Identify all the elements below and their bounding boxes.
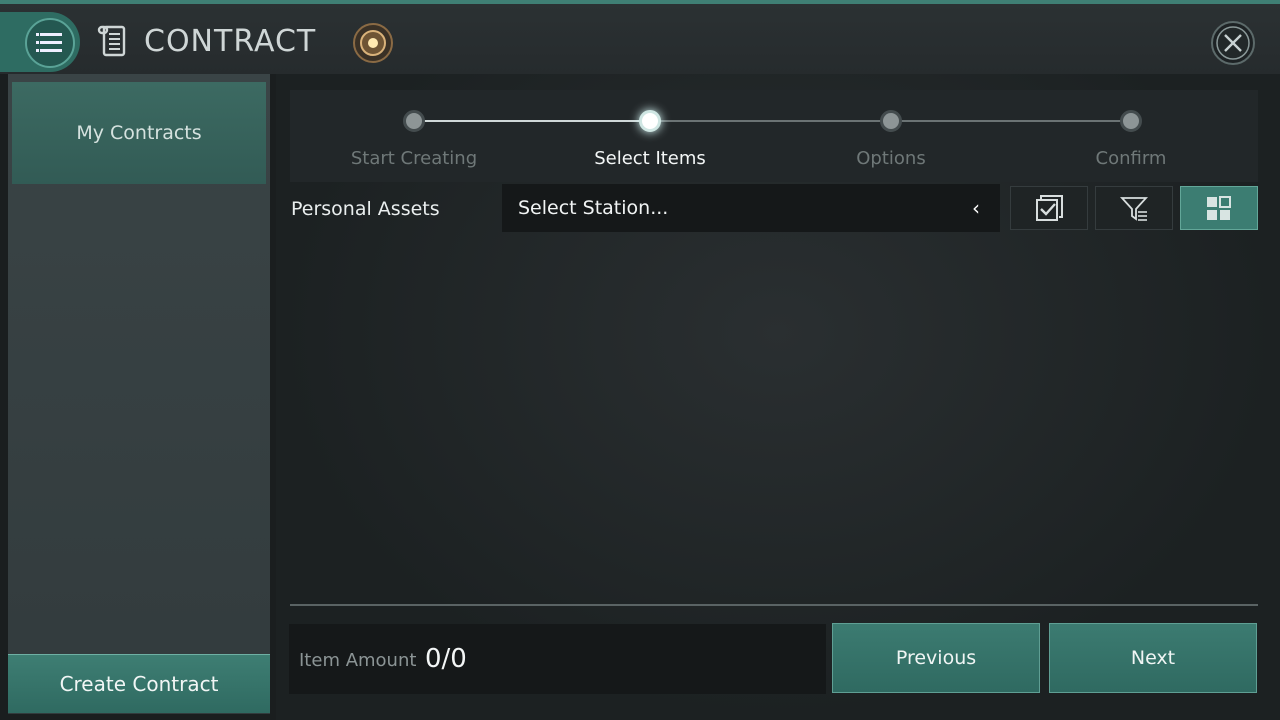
item-amount-panel: Item Amount 0/0 (289, 624, 826, 694)
station-dropdown[interactable]: Select Station... ‹ (502, 184, 1000, 232)
medal-icon[interactable] (352, 22, 394, 64)
page-title: CONTRACT (144, 24, 317, 59)
step-label-options: Options (856, 148, 926, 169)
next-button[interactable]: Next (1049, 623, 1257, 693)
sidebar-tab-my-contracts[interactable]: My Contracts (12, 82, 266, 184)
step-progress: Start Creating Select Items Options Conf… (290, 90, 1258, 182)
scroll-icon (97, 25, 126, 57)
select-all-button[interactable] (1010, 186, 1088, 230)
select-all-icon (1036, 195, 1063, 221)
step-dot-options (880, 110, 902, 132)
step-label-start-creating: Start Creating (350, 148, 478, 169)
step-dot-confirm (1120, 110, 1142, 132)
filter-button[interactable] (1095, 186, 1173, 230)
previous-button[interactable]: Previous (832, 623, 1040, 693)
step-dot-start-creating (403, 110, 425, 132)
sidebar: My Contracts Create Contract (8, 74, 270, 714)
step-label-select-items: Select Items (594, 148, 706, 169)
content-divider (290, 604, 1258, 606)
chevron-left-icon: ‹ (972, 196, 980, 220)
item-amount-label: Item Amount (299, 650, 417, 671)
personal-assets-label: Personal Assets (291, 198, 440, 220)
grid-view-button[interactable] (1180, 186, 1258, 230)
step-track-progress (414, 120, 650, 122)
item-amount-value: 0/0 (425, 644, 467, 674)
main-panel: Start Creating Select Items Options Conf… (276, 74, 1280, 720)
close-icon[interactable] (1210, 20, 1256, 66)
create-contract-button[interactable]: Create Contract (8, 654, 270, 713)
station-dropdown-value: Select Station... (518, 197, 669, 219)
menu-icon (25, 18, 75, 68)
grid-view-icon (1207, 196, 1231, 220)
filter-icon (1120, 197, 1148, 221)
menu-button[interactable] (0, 12, 80, 72)
header-bar: CONTRACT (0, 4, 1280, 74)
step-dot-select-items (639, 110, 661, 132)
step-label-confirm: Confirm (1095, 148, 1167, 169)
